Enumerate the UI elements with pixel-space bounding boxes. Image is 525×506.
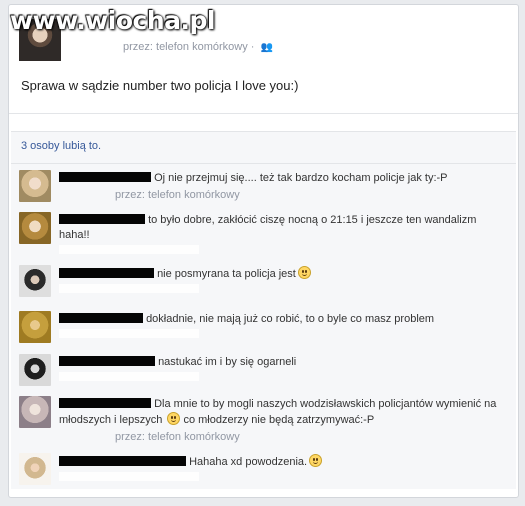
commenter-avatar-7[interactable] — [19, 453, 51, 485]
comment-6-body: Dla mnie to by mogli naszych wodzisławsk… — [59, 397, 509, 445]
commenter-avatar-1[interactable] — [19, 170, 51, 202]
commenter-avatar-6[interactable] — [19, 396, 51, 428]
comment-5-meta — [59, 372, 199, 381]
commenter-avatar-5[interactable] — [19, 354, 51, 386]
comment-2-body: to było dobre, zakłócić ciszę nocną o 21… — [59, 213, 509, 254]
comment-6-text-b: co młodzerzy nie będą zatrzymywać:-P — [183, 414, 375, 426]
comment-1-text: Oj nie przejmuj się.... też tak bardzo k… — [154, 172, 448, 184]
smiley-icon — [309, 454, 323, 467]
post-via-text: przez: telefon komórkowy · — [123, 41, 258, 53]
commenter-avatar-4[interactable] — [19, 311, 51, 343]
redacted-name — [59, 356, 155, 366]
comment-5-body: nastukać im i by się ogarneli — [59, 355, 509, 381]
smiley-icon — [297, 266, 311, 279]
comment-7-body: Hahaha xd powodzenia. — [59, 454, 509, 481]
watermark: www.wiocha.pl — [10, 6, 215, 35]
post-status: Sprawa w sądzie number two policja I lov… — [21, 78, 299, 93]
smiley-icon — [167, 412, 181, 425]
redacted-name — [59, 268, 154, 278]
comment-3-text: nie posmyrana ta policja jest — [157, 268, 296, 280]
people-icon[interactable]: 👥 — [261, 42, 273, 53]
comment-3-body: nie posmyrana ta policja jest — [59, 266, 509, 293]
post-via: przez: telefon komórkowy · 👥 — [123, 41, 273, 53]
redacted-name — [59, 214, 145, 224]
redacted-name — [59, 313, 143, 323]
comment-1-body: Oj nie przejmuj się.... też tak bardzo k… — [59, 171, 509, 203]
comment-5-text: nastukać im i by się ogarneli — [158, 356, 297, 368]
comment-2-meta — [59, 245, 199, 254]
likes-count-link[interactable]: 3 osoby lubią to. — [21, 140, 101, 152]
comment-4-text: dokładnie, nie mają już co robić, to o b… — [146, 313, 435, 325]
commenter-avatar-3[interactable] — [19, 265, 51, 297]
comment-4-body: dokładnie, nie mają już co robić, to o b… — [59, 312, 509, 338]
likes-separator — [11, 163, 516, 164]
comment-6-via: przez: telefon komórkowy — [115, 431, 240, 443]
redacted-name — [59, 456, 186, 466]
post-card: przez: telefon komórkowy · 👥 Sprawa w są… — [8, 4, 519, 498]
redacted-name — [59, 172, 151, 182]
comment-3-meta — [59, 284, 199, 293]
comment-4-meta — [59, 329, 199, 338]
commenter-avatar-2[interactable] — [19, 212, 51, 244]
comment-7-text: Hahaha xd powodzenia. — [189, 456, 308, 468]
post-divider — [9, 113, 518, 114]
feedback-panel: 3 osoby lubią to. Oj nie przejmuj się...… — [11, 131, 516, 489]
comment-7-meta — [59, 472, 199, 481]
redacted-name — [59, 398, 151, 408]
comment-1-via: przez: telefon komórkowy — [115, 189, 240, 201]
